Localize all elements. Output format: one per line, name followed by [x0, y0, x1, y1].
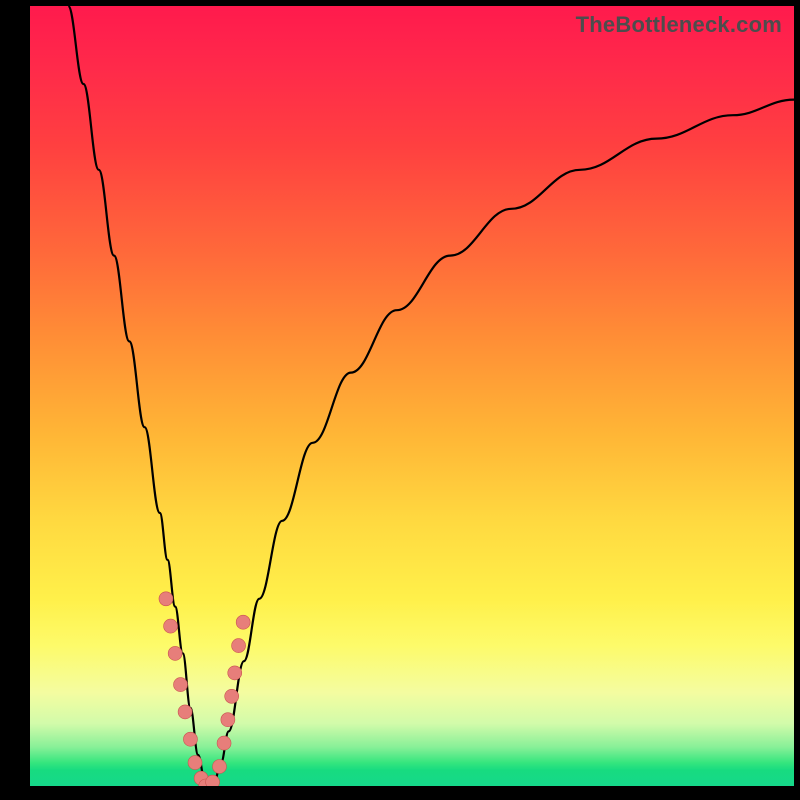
- curve-marker: [228, 666, 242, 680]
- curve-marker: [183, 732, 197, 746]
- curve-marker: [236, 615, 250, 629]
- chart-frame: TheBottleneck.com: [0, 0, 800, 800]
- curve-marker: [206, 775, 220, 786]
- curve-marker: [217, 736, 231, 750]
- curve-marker: [178, 705, 192, 719]
- curve-marker: [188, 756, 202, 770]
- plot-area: TheBottleneck.com: [30, 6, 794, 786]
- curve-marker: [159, 592, 173, 606]
- curve-marker: [164, 619, 178, 633]
- bottleneck-curve: [68, 6, 794, 786]
- curve-marker: [174, 678, 188, 692]
- curve-marker: [212, 760, 226, 774]
- curve-marker: [225, 689, 239, 703]
- curve-layer: [30, 6, 794, 786]
- curve-marker: [232, 639, 246, 653]
- curve-marker: [221, 713, 235, 727]
- curve-marker: [168, 646, 182, 660]
